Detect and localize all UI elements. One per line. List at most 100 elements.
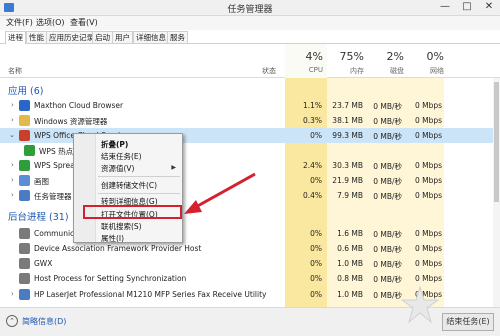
expand-chevron-icon[interactable]: ›	[11, 116, 14, 124]
process-name: GWX	[34, 259, 53, 268]
menu-create-dump[interactable]: 创建转储文件(C)	[101, 180, 157, 191]
disk-value: 0 MB/秒	[373, 192, 402, 201]
menu-resource-values[interactable]: 资源值(V)	[101, 163, 134, 174]
process-name: WPS 热点	[39, 147, 74, 156]
network-value: 0 Mbps	[414, 131, 442, 140]
column-status[interactable]: 状态	[262, 66, 276, 76]
menu-view[interactable]: 查看(V)	[70, 17, 98, 28]
cpu-value: 0%	[310, 131, 322, 140]
collapse-chevron-icon[interactable]: ⌄	[9, 131, 15, 139]
disk-value: 0 MB/秒	[373, 177, 402, 186]
menu-search-online[interactable]: 联机搜索(S)	[101, 221, 142, 232]
maximize-button[interactable]: □	[456, 0, 478, 15]
printer-icon	[19, 289, 30, 300]
process-name: Maxthon Cloud Browser	[34, 101, 124, 110]
memory-value: 1.0 MB	[337, 290, 363, 299]
network-label: 网络	[430, 67, 444, 75]
disk-value: 0 MB/秒	[373, 260, 402, 269]
process-row[interactable]: Host Process for Setting Synchronization…	[0, 271, 500, 286]
disk-value: 0 MB/秒	[373, 102, 402, 111]
cpu-value: 2.4%	[302, 161, 322, 170]
menu-properties[interactable]: 属性(I)	[101, 233, 124, 244]
process-row[interactable]: › Maxthon Cloud Browser 1.1% 23.7 MB 0 M…	[0, 98, 500, 113]
disk-label: 磁盘	[390, 67, 404, 75]
spreadsheet-icon	[19, 160, 30, 171]
tab-strip: 进程 性能 应用历史记录 启动 用户 详细信息 服务	[0, 30, 500, 44]
folder-icon	[19, 115, 30, 126]
memory-value: 7.9 MB	[337, 191, 363, 200]
tab-startup[interactable]: 启动	[92, 31, 113, 43]
paint-icon	[19, 175, 30, 186]
memory-value: 30.3 MB	[332, 161, 363, 170]
menu-options[interactable]: 选项(O)	[36, 17, 65, 28]
menu-separator	[98, 193, 180, 194]
cpu-value: 0.4%	[302, 191, 322, 200]
network-pct[interactable]: 0%	[404, 50, 444, 63]
tab-users[interactable]: 用户	[112, 31, 133, 43]
cpu-label: CPU	[308, 66, 323, 74]
disk-value: 0 MB/秒	[373, 291, 402, 300]
memory-value: 0.6 MB	[337, 244, 363, 253]
scrollbar-thumb[interactable]	[494, 82, 499, 202]
task-manager-icon	[19, 190, 30, 201]
cpu-value: 0%	[310, 229, 322, 238]
network-value: 0 Mbps	[414, 116, 442, 125]
cpu-pct[interactable]: 4%	[285, 50, 323, 63]
disk-value: 0 MB/秒	[373, 162, 402, 171]
network-value: 0 Mbps	[414, 191, 442, 200]
end-task-button[interactable]: 结束任务(E)	[442, 313, 494, 331]
network-value: 0 Mbps	[414, 244, 442, 253]
collapse-up-icon[interactable]: ⌃	[6, 315, 18, 327]
tab-performance[interactable]: 性能	[26, 31, 47, 43]
memory-value: 23.7 MB	[332, 101, 363, 110]
disk-value: 0 MB/秒	[373, 275, 402, 284]
network-value: 0 Mbps	[414, 274, 442, 283]
process-name: HP LaserJet Professional M1210 MFP Serie…	[34, 290, 267, 299]
menu-separator	[98, 176, 180, 177]
memory-pct[interactable]: 75%	[327, 50, 364, 63]
expand-chevron-icon[interactable]: ›	[11, 101, 14, 109]
menu-bar: 文件(F) 选项(O) 查看(V)	[0, 16, 500, 30]
menu-collapse[interactable]: 折叠(P)	[101, 139, 128, 150]
submenu-arrow-icon: ▶	[171, 164, 176, 171]
tab-processes[interactable]: 进程	[5, 31, 26, 44]
tab-app-history[interactable]: 应用历史记录	[46, 31, 97, 43]
wps-icon	[19, 130, 30, 141]
cpu-value: 0%	[310, 290, 322, 299]
memory-value: 1.6 MB	[337, 229, 363, 238]
expand-chevron-icon[interactable]: ›	[11, 161, 14, 169]
disk-value: 0 MB/秒	[373, 117, 402, 126]
tab-details[interactable]: 详细信息	[133, 31, 169, 43]
process-row[interactable]: › Windows 资源管理器 0.3% 38.1 MB 0 MB/秒 0 Mb…	[0, 113, 500, 128]
maxthon-icon	[19, 100, 30, 111]
section-apps[interactable]: 应用 (6)	[8, 83, 43, 97]
arrow-head-icon	[184, 200, 202, 214]
process-row[interactable]: Device Association Framework Provider Ho…	[0, 241, 500, 256]
context-menu-gutter	[74, 134, 96, 242]
cpu-value: 1.1%	[302, 101, 322, 110]
highlight-box	[83, 205, 182, 219]
minimize-button[interactable]: —	[434, 0, 456, 15]
tab-services[interactable]: 服务	[167, 31, 188, 43]
scrollbar[interactable]	[493, 78, 500, 307]
memory-label: 内存	[350, 67, 364, 75]
network-value: 0 Mbps	[414, 161, 442, 170]
process-name: Windows 资源管理器	[34, 117, 108, 126]
close-button[interactable]: ✕	[478, 0, 500, 15]
network-value: 0 Mbps	[414, 229, 442, 238]
network-value: 0 Mbps	[414, 101, 442, 110]
process-row[interactable]: GWX 0% 1.0 MB 0 MB/秒 0 Mbps	[0, 256, 500, 271]
expand-chevron-icon[interactable]: ›	[11, 290, 14, 298]
expand-chevron-icon[interactable]: ›	[11, 191, 14, 199]
section-background-processes[interactable]: 后台进程 (31)	[8, 209, 69, 223]
context-menu: 折叠(P) 结束任务(E) 资源值(V) ▶ 创建转储文件(C) 转到详细信息(…	[73, 133, 183, 243]
process-icon	[19, 243, 30, 254]
watermark-logo	[400, 285, 440, 324]
disk-pct[interactable]: 2%	[364, 50, 404, 63]
column-name[interactable]: 名称	[8, 66, 22, 76]
fewer-details-link[interactable]: 简略信息(D)	[22, 316, 66, 327]
network-value: 0 Mbps	[414, 176, 442, 185]
menu-file[interactable]: 文件(F)	[6, 17, 33, 28]
menu-end-task[interactable]: 结束任务(E)	[101, 151, 142, 162]
expand-chevron-icon[interactable]: ›	[11, 176, 14, 184]
